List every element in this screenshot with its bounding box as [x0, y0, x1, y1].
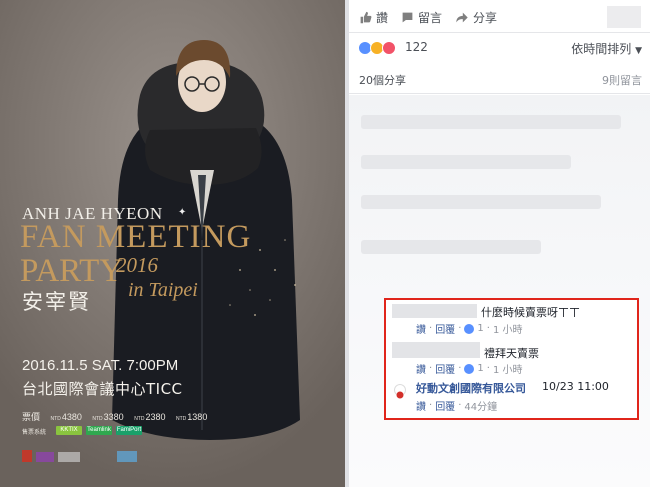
- comment-text: 10/23 11:00: [542, 380, 609, 393]
- poster-price-item: NTD1380: [176, 412, 208, 422]
- poster-prices: 票價 NTD4380 NTD3380 NTD2380 NTD1380: [22, 410, 215, 423]
- comment-actions: 讚 · 回覆 · 1 · 1 小時: [416, 361, 523, 376]
- share-count[interactable]: 20個分享: [359, 72, 406, 88]
- like-icon: [464, 363, 475, 374]
- page-logo-icon: [396, 391, 404, 399]
- share-icon: [456, 12, 468, 23]
- blurred-comment: [361, 115, 621, 129]
- teamlink-logo: Teamlink: [86, 426, 112, 435]
- comment-like-count[interactable]: 1: [477, 363, 483, 374]
- comment-text: 禮拜天賣票: [484, 347, 539, 360]
- screenshot: ANH JAE HYEON ✦ FAN MEETING PARTY 2016 i…: [0, 0, 650, 487]
- post-panel: 讚 留言 分享 122 依時間排列 ▼ 20個分享 9則留言 什麼時候賣票呀ㄒㄒ…: [349, 0, 650, 487]
- comment-reply-link[interactable]: 回覆: [435, 398, 455, 413]
- blurred-commenter: [392, 342, 480, 358]
- comment-count[interactable]: 9則留言: [602, 72, 642, 88]
- organizer-logos: [22, 450, 137, 462]
- comment-sort-dropdown[interactable]: 依時間排列 ▼: [571, 40, 642, 57]
- like-button[interactable]: 讚: [359, 9, 388, 26]
- poster-location-script: in Taipei: [128, 279, 198, 301]
- blurred-comment: [361, 240, 541, 254]
- share-button[interactable]: 分享: [455, 9, 497, 26]
- comment-like-link[interactable]: 讚: [416, 321, 426, 336]
- poster-venue: 台北國際會議中心TICC: [22, 380, 183, 398]
- poster-price-item: NTD2380: [134, 412, 166, 422]
- post-action-bar: 讚 留言 分享: [349, 0, 650, 33]
- comment-author[interactable]: 好動文創國際有限公司: [416, 380, 526, 396]
- comment-button[interactable]: 留言: [401, 9, 442, 26]
- poster-ticket-label: 售票系統: [22, 429, 47, 436]
- comment-time[interactable]: 1 小時: [493, 321, 523, 336]
- comment-actions: 讚 · 回覆 · 1 · 1 小時: [416, 321, 523, 336]
- blurred-avatar: [607, 6, 641, 28]
- comment-text: 什麼時候賣票呀ㄒㄒ: [481, 306, 580, 319]
- poster-event-title-2: PARTY: [20, 253, 124, 289]
- comment-like-link[interactable]: 讚: [416, 398, 426, 413]
- comment-reply-link[interactable]: 回覆: [435, 321, 455, 336]
- love-reaction-icon: [382, 41, 396, 55]
- comment-actions: 讚 · 回覆 · 44分鐘: [416, 398, 498, 413]
- comment-time[interactable]: 44分鐘: [464, 398, 497, 413]
- poster-star-icon: ✦: [178, 207, 187, 218]
- poster-price-item: NTD4380: [50, 412, 82, 422]
- blurred-comment: [361, 195, 601, 209]
- poster-date: 2016.11.5 SAT. 7:00PM: [22, 357, 179, 374]
- comment-icon: [402, 12, 413, 23]
- blurred-comments-area: [349, 95, 650, 487]
- thumbs-up-icon: [360, 11, 372, 24]
- highlighted-comments: 什麼時候賣票呀ㄒㄒ 讚 · 回覆 · 1 · 1 小時 禮拜天賣票 讚 · 回覆…: [384, 298, 639, 420]
- caret-down-icon: ▼: [635, 46, 642, 56]
- reaction-count[interactable]: 122: [405, 40, 428, 54]
- like-icon: [464, 323, 475, 334]
- blurred-commenter: [392, 304, 477, 318]
- comment-reply-link[interactable]: 回覆: [435, 361, 455, 376]
- poster-price-item: NTD3380: [92, 412, 124, 422]
- poster-year: 2016: [116, 253, 158, 277]
- poster-event-title: FAN MEETING: [20, 219, 252, 255]
- comment-time[interactable]: 1 小時: [493, 361, 523, 376]
- famiport-logo: FamiPort: [116, 426, 142, 435]
- event-poster[interactable]: ANH JAE HYEON ✦ FAN MEETING PARTY 2016 i…: [0, 0, 345, 487]
- blurred-comment: [361, 155, 571, 169]
- kktix-logo: KKTIX: [56, 426, 82, 435]
- comment-like-count[interactable]: 1: [477, 323, 483, 334]
- poster-price-label: 票價: [22, 412, 41, 422]
- poster-korean-name: 安宰賢: [22, 290, 91, 314]
- page-avatar[interactable]: [394, 384, 406, 399]
- comment-like-link[interactable]: 讚: [416, 361, 426, 376]
